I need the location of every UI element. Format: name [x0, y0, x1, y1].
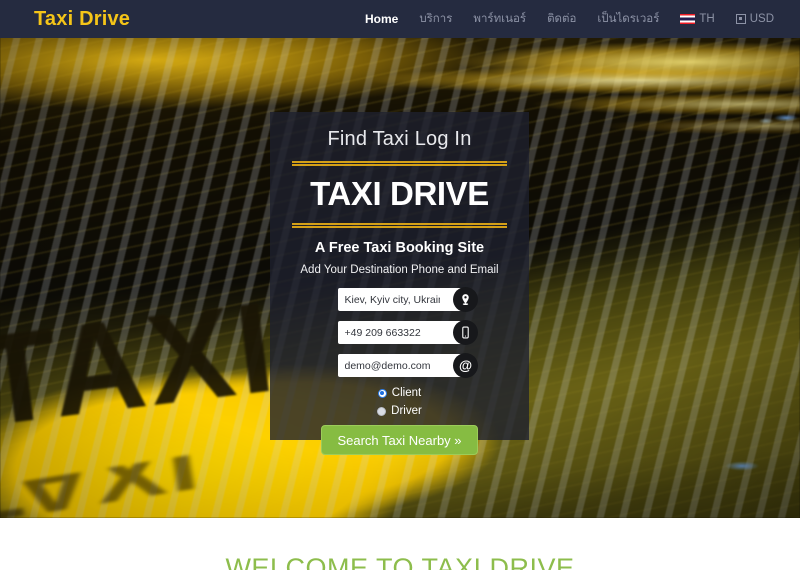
location-pin-icon [452, 287, 478, 312]
nav-link-home[interactable]: Home [365, 12, 398, 26]
currency-code: USD [749, 13, 774, 25]
svg-text:@: @ [458, 358, 471, 373]
taxi-search-form: @ Client Driver Search Taxi Nearby » [270, 287, 529, 455]
nav-link-contact[interactable]: ติดต่อ [547, 10, 576, 28]
page-root: TAXI TAXI Taxi Drive Home บริการ พาร์ทเน… [0, 0, 800, 570]
welcome-section: WELCOME TO TAXI DRIVE [0, 518, 800, 570]
panel-eyebrow: Find Taxi Log In [327, 128, 472, 150]
panel-hint: Add Your Destination Phone and Email [300, 264, 499, 276]
money-icon [735, 14, 746, 24]
radio-option-driver[interactable]: Driver [270, 405, 529, 417]
currency-switcher[interactable]: USD [735, 13, 774, 25]
radio-label-client: Client [391, 387, 422, 399]
email-input[interactable] [337, 354, 462, 377]
destination-input[interactable] [337, 288, 462, 311]
brand-logo[interactable]: Taxi Drive [34, 8, 130, 31]
radio-option-client[interactable]: Client [270, 387, 529, 399]
nav-link-be-driver[interactable]: เป็นไดรเวอร์ [597, 10, 659, 28]
search-taxi-nearby-button[interactable]: Search Taxi Nearby » [321, 425, 478, 455]
nav-link-partner[interactable]: พาร์ทเนอร์ [473, 10, 526, 28]
nav-links: Home บริการ พาร์ทเนอร์ ติดต่อ เป็นไดรเวอ… [365, 10, 774, 28]
radio-dot-client[interactable] [377, 388, 387, 398]
destination-field-group [337, 287, 478, 312]
welcome-title: WELCOME TO TAXI DRIVE [225, 553, 575, 570]
at-sign-icon: @ [452, 353, 478, 378]
panel-subtitle: A Free Taxi Booking Site [314, 240, 485, 256]
mobile-phone-icon [452, 320, 478, 345]
find-taxi-panel: Find Taxi Log In TAXI DRIVE A Free Taxi … [270, 112, 529, 455]
language-switcher[interactable]: TH [680, 13, 715, 25]
nav-link-services[interactable]: บริการ [419, 10, 452, 28]
radio-label-driver: Driver [391, 405, 422, 417]
language-code: TH [699, 13, 715, 25]
panel-title: TAXI DRIVE [310, 175, 489, 212]
phone-field-group [337, 320, 478, 345]
phone-input[interactable] [337, 321, 462, 344]
divider-bottom [292, 223, 507, 228]
top-navbar: Taxi Drive Home บริการ พาร์ทเนอร์ ติดต่อ… [0, 0, 800, 38]
divider-top [292, 161, 507, 166]
thailand-flag-icon [680, 14, 696, 24]
radio-dot-driver[interactable] [377, 406, 387, 416]
email-field-group: @ [337, 353, 478, 378]
role-radio-group: Client Driver [270, 387, 529, 417]
